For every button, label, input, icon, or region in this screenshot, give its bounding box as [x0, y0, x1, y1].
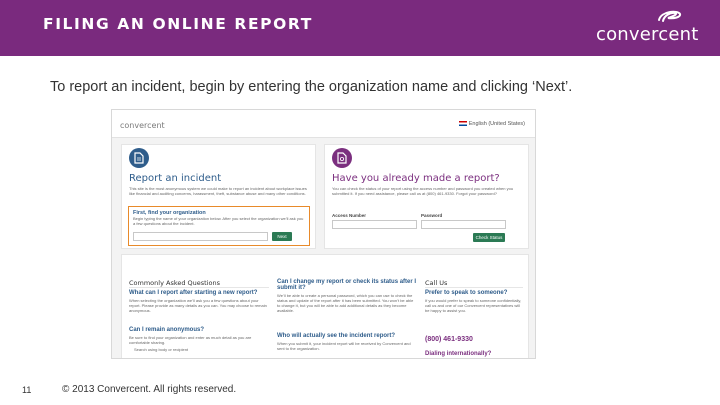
organization-search-input[interactable] — [133, 232, 268, 241]
header-bar: FILING AN ONLINE REPORT convercent — [0, 0, 720, 56]
access-number-label: Access Number — [332, 213, 367, 218]
check-status-button[interactable]: Check Status — [473, 233, 505, 242]
access-number-input[interactable] — [332, 220, 417, 229]
report-incident-title: Report an incident — [129, 173, 222, 184]
faq-question[interactable]: Can I change my report or check its stat… — [277, 279, 417, 291]
faq-bullet-item: Search using body or recipient — [134, 347, 189, 352]
next-button[interactable]: Next — [272, 232, 292, 241]
existing-report-title: Have you already made a report? — [332, 173, 500, 184]
existing-report-panel: Have you already made a report? You can … — [324, 144, 529, 249]
page-number: 11 — [22, 385, 32, 395]
document-icon — [129, 148, 149, 168]
faq-question[interactable]: Can I remain anonymous? — [129, 327, 269, 333]
report-incident-panel: Report an incident This site is the most… — [121, 144, 316, 249]
phone-number[interactable]: (800) 461-9330 — [425, 336, 473, 343]
screenshot-logo: convercent — [120, 121, 165, 130]
faq-answer: Be sure to find your organization and en… — [129, 335, 252, 345]
password-input[interactable] — [421, 220, 506, 229]
report-incident-text: This site is the most anonymous system w… — [129, 186, 307, 196]
page-title: FILING AN ONLINE REPORT — [43, 15, 313, 33]
faq-answer: We’ll be able to create a personal passw… — [277, 293, 414, 313]
screenshot-topbar: convercent English (United States) — [112, 110, 535, 138]
find-organization-box: First, find your organization Begin typi… — [128, 206, 310, 246]
faq-answer: When selecting the organization we’ll as… — [129, 298, 267, 313]
faq-divider — [129, 287, 269, 288]
call-us-text: If you would prefer to speak to someone … — [425, 298, 522, 313]
language-selector[interactable]: English (United States) — [458, 121, 525, 127]
document-search-icon — [332, 148, 352, 168]
find-organization-text: Begin typing the name of your organizati… — [133, 216, 304, 226]
logo-text: convercent — [596, 24, 699, 45]
call-us-heading: Call Us — [425, 279, 448, 287]
faq-question[interactable]: Who will actually see the incident repor… — [277, 333, 417, 339]
instruction-text: To report an incident, begin by entering… — [50, 79, 573, 95]
call-us-question: Prefer to speak to someone? — [425, 290, 508, 296]
password-label: Password — [421, 213, 443, 218]
us-flag-icon — [458, 121, 467, 127]
faq-answer: When you submit it, your incident report… — [277, 341, 411, 351]
language-label: English (United States) — [468, 121, 525, 127]
faq-question[interactable]: What can I report after starting a new r… — [129, 290, 269, 296]
copyright-text: © 2013 Convercent. All rights reserved. — [62, 384, 237, 395]
faq-heading: Commonly Asked Questions — [129, 279, 221, 287]
faq-section: Commonly Asked Questions What can I repo… — [121, 254, 529, 358]
existing-report-text: You can check the status of your report … — [332, 186, 514, 196]
embedded-screenshot: convercent English (United States) Repor… — [111, 109, 536, 359]
call-us-divider — [425, 287, 523, 288]
dialing-internationally-link[interactable]: Dialing internationally? — [425, 351, 523, 357]
convercent-logo: convercent — [594, 8, 698, 48]
